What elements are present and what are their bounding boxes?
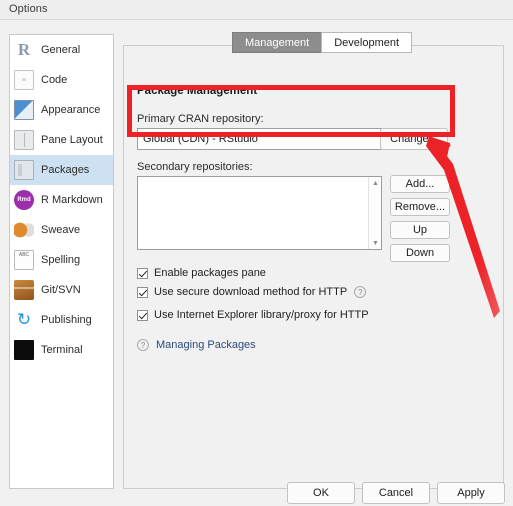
checkbox-label: Use secure download method for HTTP — [154, 286, 348, 298]
checkbox-row-enable-packages-pane[interactable]: Enable packages pane — [137, 267, 266, 279]
window-title: Options — [9, 3, 48, 15]
sidebar-item-label: General — [41, 44, 81, 56]
sidebar-item-publishing[interactable]: ↻ Publishing — [10, 305, 113, 335]
pane-layout-icon — [14, 130, 34, 150]
sidebar-item-label: Terminal — [41, 344, 83, 356]
help-link-label: Managing Packages — [156, 339, 256, 351]
secondary-repositories-label: Secondary repositories: — [137, 161, 253, 173]
sidebar-item-code[interactable]: ≡ Code — [10, 65, 113, 95]
r-logo-icon: R — [17, 40, 31, 59]
sidebar-item-terminal[interactable]: Terminal — [10, 335, 113, 365]
add-repository-button[interactable]: Add... — [390, 175, 450, 193]
window-titlebar: Options — [0, 0, 513, 20]
appearance-icon — [14, 100, 34, 120]
options-category-sidebar[interactable]: R General ≡ Code Appearance Pane Layout … — [9, 34, 114, 489]
change-repository-button[interactable]: Change... — [380, 128, 448, 150]
terminal-icon — [14, 340, 34, 360]
primary-cran-repository-input[interactable]: Global (CDN) - RStudio — [137, 128, 382, 150]
spelling-abc-icon: ABC — [14, 250, 34, 270]
checkbox-row-ie-library-proxy[interactable]: Use Internet Explorer library/proxy for … — [137, 309, 369, 321]
sidebar-item-label: R Markdown — [41, 194, 103, 206]
checkbox-row-secure-download[interactable]: Use secure download method for HTTP ? — [137, 286, 367, 298]
sidebar-item-label: Git/SVN — [41, 284, 81, 296]
sidebar-item-label: Sweave — [41, 224, 81, 236]
options-dialog: Options R General ≡ Code Appearance Pane… — [0, 0, 513, 506]
tab-development[interactable]: Development — [321, 32, 413, 53]
remove-repository-button[interactable]: Remove... — [390, 198, 450, 216]
packages-box-icon — [14, 160, 34, 180]
help-icon[interactable]: ? — [354, 286, 367, 298]
sidebar-item-label: Appearance — [41, 104, 101, 116]
move-repository-up-button[interactable]: Up — [390, 221, 450, 239]
scroll-up-icon[interactable]: ▲ — [369, 177, 382, 189]
listbox-scrollbar[interactable]: ▲ ▼ — [368, 177, 381, 249]
sidebar-item-appearance[interactable]: Appearance — [10, 95, 113, 125]
tab-management[interactable]: Management — [232, 32, 323, 53]
sidebar-item-label: Publishing — [41, 314, 92, 326]
sidebar-item-label: Pane Layout — [41, 134, 103, 146]
cancel-button[interactable]: Cancel — [362, 482, 430, 504]
dialog-body: R General ≡ Code Appearance Pane Layout … — [0, 21, 513, 506]
ok-button[interactable]: OK — [287, 482, 355, 504]
checkbox-secure-download[interactable] — [137, 286, 148, 298]
git-svn-box-icon — [14, 280, 34, 300]
checkbox-label: Enable packages pane — [154, 267, 266, 279]
publishing-icon: ↻ — [16, 310, 32, 329]
sidebar-item-pane-layout[interactable]: Pane Layout — [10, 125, 113, 155]
sweave-icon — [14, 220, 34, 240]
checkbox-enable-packages-pane[interactable] — [137, 267, 148, 279]
packages-management-panel: Package Management Primary CRAN reposito… — [123, 45, 504, 489]
managing-packages-help-link[interactable]: ? Managing Packages — [137, 339, 256, 351]
sidebar-item-sweave[interactable]: Sweave — [10, 215, 113, 245]
sidebar-item-label: Spelling — [41, 254, 81, 266]
sidebar-item-r-markdown[interactable]: Rmd R Markdown — [10, 185, 113, 215]
page-title: Package Management — [137, 85, 258, 97]
secondary-repositories-listbox[interactable]: ▲ ▼ — [137, 176, 382, 250]
sidebar-item-general[interactable]: R General — [10, 35, 113, 65]
sidebar-item-git-svn[interactable]: Git/SVN — [10, 275, 113, 305]
r-markdown-icon: Rmd — [14, 190, 34, 210]
sidebar-item-label: Packages — [41, 164, 90, 176]
apply-button[interactable]: Apply — [437, 482, 505, 504]
tabstrip: Management Development — [232, 32, 413, 53]
scroll-down-icon[interactable]: ▼ — [369, 237, 382, 249]
sidebar-item-label: Code — [41, 74, 68, 86]
primary-cran-repository-label: Primary CRAN repository: — [137, 113, 264, 125]
code-lines-icon: ≡ — [14, 70, 34, 90]
help-icon: ? — [137, 339, 149, 351]
sidebar-item-spelling[interactable]: ABC Spelling — [10, 245, 113, 275]
move-repository-down-button[interactable]: Down — [390, 244, 450, 262]
checkbox-ie-library-proxy[interactable] — [137, 309, 148, 321]
sidebar-item-packages[interactable]: Packages — [10, 155, 113, 185]
checkbox-label: Use Internet Explorer library/proxy for … — [154, 309, 369, 321]
